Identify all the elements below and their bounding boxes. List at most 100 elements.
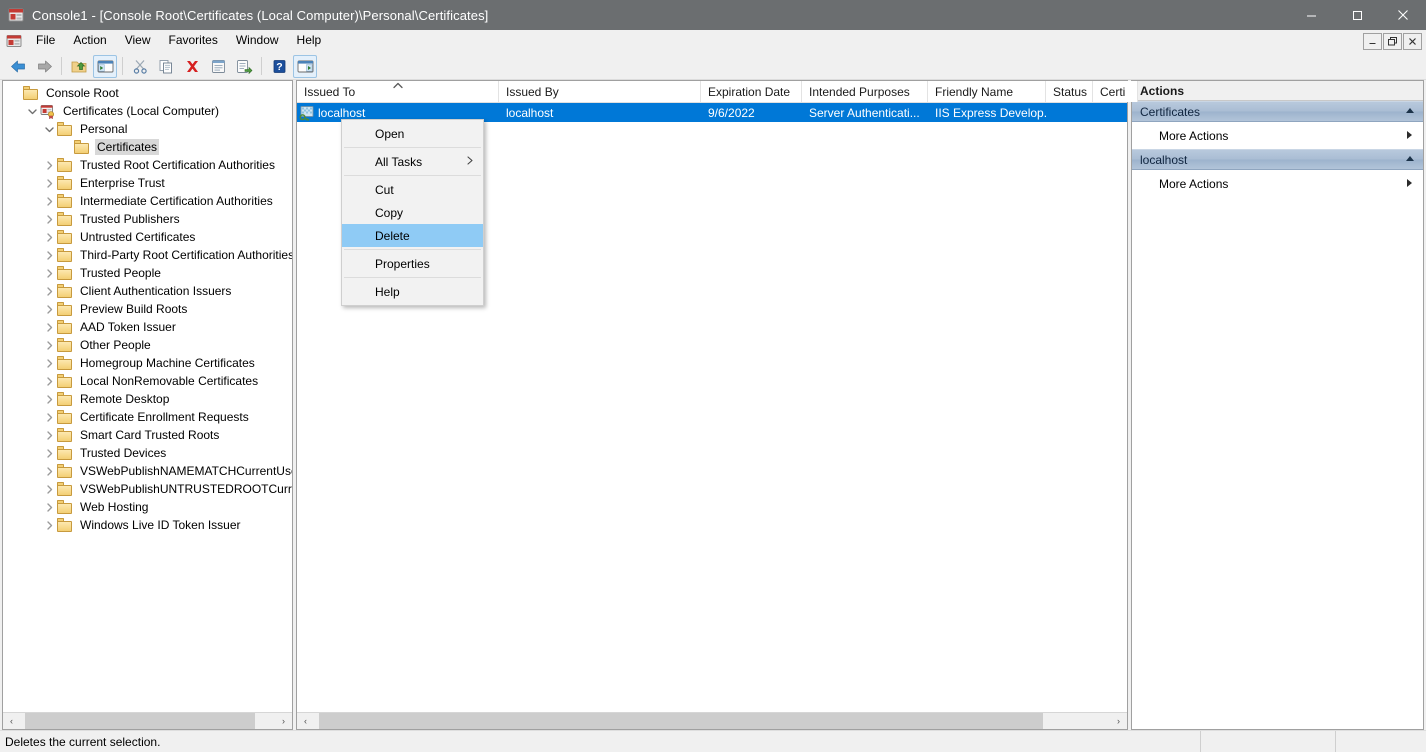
chevron-right-icon[interactable] <box>41 301 57 317</box>
tree-node[interactable]: Trusted Root Certification Authorities <box>3 156 292 174</box>
chevron-right-icon[interactable] <box>41 427 57 443</box>
back-button[interactable] <box>6 55 30 78</box>
chevron-right-icon[interactable] <box>41 157 57 173</box>
menu-file[interactable]: File <box>27 30 64 52</box>
tree-node[interactable]: Homegroup Machine Certificates <box>3 354 292 372</box>
tree-node[interactable]: Third-Party Root Certification Authoriti… <box>3 246 292 264</box>
mdi-close-button[interactable] <box>1403 32 1422 50</box>
context-menu-item-help[interactable]: Help <box>342 280 483 303</box>
tree-node[interactable]: Certificates (Local Computer) <box>3 102 292 120</box>
list-scroll-right-button[interactable]: › <box>1110 713 1127 729</box>
tree-node[interactable]: Certificates <box>3 138 292 156</box>
certificate-context-menu[interactable]: Open All Tasks Cut Copy Delete Properties Help <box>341 119 484 306</box>
tree-horizontal-scrollbar[interactable]: ‹ › <box>3 712 292 729</box>
tree-node[interactable]: Preview Build Roots <box>3 300 292 318</box>
list-scroll-track[interactable] <box>314 713 1110 729</box>
menu-help[interactable]: Help <box>288 30 331 52</box>
chevron-right-icon[interactable] <box>41 409 57 425</box>
forward-button[interactable] <box>32 55 56 78</box>
window-minimize-button[interactable] <box>1288 0 1334 30</box>
chevron-right-icon[interactable] <box>41 373 57 389</box>
chevron-down-icon[interactable] <box>24 103 40 119</box>
chevron-right-icon[interactable] <box>41 319 57 335</box>
chevron-right-icon[interactable] <box>41 193 57 209</box>
chevron-right-icon[interactable] <box>41 391 57 407</box>
column-header[interactable]: Status <box>1046 81 1093 102</box>
column-header[interactable]: Intended Purposes <box>802 81 928 102</box>
chevron-right-icon[interactable] <box>41 211 57 227</box>
menu-favorites[interactable]: Favorites <box>160 30 227 52</box>
list-scroll-thumb[interactable] <box>318 713 1044 729</box>
tree-node[interactable]: VSWebPublishNAMEMATCHCurrentUser <box>3 462 292 480</box>
tree-node[interactable]: Certificate Enrollment Requests <box>3 408 292 426</box>
actions-group-header[interactable]: Certificates <box>1132 101 1423 122</box>
tree-scroll-track[interactable] <box>20 713 275 729</box>
mdi-restore-button[interactable] <box>1383 32 1402 50</box>
show-hide-tree-button[interactable] <box>93 54 117 78</box>
menu-window[interactable]: Window <box>227 30 288 52</box>
help-button[interactable]: ? <box>267 55 291 78</box>
list-horizontal-scrollbar[interactable]: ‹ › <box>297 712 1127 729</box>
column-header[interactable]: Issued To <box>297 81 499 102</box>
column-header[interactable]: Expiration Date <box>701 81 802 102</box>
chevron-right-icon[interactable] <box>41 499 57 515</box>
actions-group-header[interactable]: localhost <box>1132 149 1423 170</box>
window-maximize-button[interactable] <box>1334 0 1380 30</box>
tree-node[interactable]: AAD Token Issuer <box>3 318 292 336</box>
up-one-level-button[interactable] <box>67 55 91 78</box>
cut-button[interactable] <box>128 55 152 78</box>
chevron-right-icon[interactable] <box>41 265 57 281</box>
tree-scroll-left-button[interactable]: ‹ <box>3 713 20 729</box>
chevron-right-icon[interactable] <box>41 445 57 461</box>
tree-node[interactable]: Web Hosting <box>3 498 292 516</box>
tree-node[interactable]: Intermediate Certification Authorities <box>3 192 292 210</box>
tree-node[interactable]: Trusted Devices <box>3 444 292 462</box>
column-header[interactable]: Issued By <box>499 81 701 102</box>
tree-node[interactable]: Trusted People <box>3 264 292 282</box>
chevron-right-icon[interactable] <box>41 517 57 533</box>
tree-node[interactable]: Personal <box>3 120 292 138</box>
list-scroll-left-button[interactable]: ‹ <box>297 713 314 729</box>
chevron-right-icon[interactable] <box>41 355 57 371</box>
chevron-right-icon[interactable] <box>41 463 57 479</box>
menu-view[interactable]: View <box>116 30 160 52</box>
context-menu-item-cut[interactable]: Cut <box>342 178 483 201</box>
action-item-more-actions[interactable]: More Actions <box>1132 170 1423 197</box>
tree-node[interactable]: Untrusted Certificates <box>3 228 292 246</box>
properties-button[interactable] <box>206 55 230 78</box>
column-header[interactable]: Friendly Name <box>928 81 1046 102</box>
tree-node[interactable]: Other People <box>3 336 292 354</box>
copy-button[interactable] <box>154 55 178 78</box>
export-list-button[interactable] <box>232 55 256 78</box>
menu-action[interactable]: Action <box>64 30 115 52</box>
tree-node[interactable]: Enterprise Trust <box>3 174 292 192</box>
collapse-group-icon[interactable] <box>1405 107 1415 116</box>
tree-node[interactable]: Smart Card Trusted Roots <box>3 426 292 444</box>
context-menu-item-copy[interactable]: Copy <box>342 201 483 224</box>
window-close-button[interactable] <box>1380 0 1426 30</box>
column-header[interactable]: Certi <box>1093 81 1138 102</box>
chevron-right-icon[interactable] <box>41 481 57 497</box>
action-item-more-actions[interactable]: More Actions <box>1132 122 1423 149</box>
tree-node[interactable]: Windows Live ID Token Issuer <box>3 516 292 534</box>
chevron-right-icon[interactable] <box>41 283 57 299</box>
tree-node[interactable]: Console Root <box>3 84 292 102</box>
show-hide-action-pane-button[interactable] <box>293 54 317 78</box>
delete-button[interactable] <box>180 55 204 78</box>
tree-scroll-thumb[interactable] <box>25 713 255 729</box>
context-menu-item-properties[interactable]: Properties <box>342 252 483 275</box>
chevron-right-icon[interactable] <box>41 247 57 263</box>
chevron-right-icon[interactable] <box>41 337 57 353</box>
mdi-minimize-button[interactable] <box>1363 32 1382 50</box>
chevron-right-icon[interactable] <box>41 229 57 245</box>
tree-node[interactable]: Remote Desktop <box>3 390 292 408</box>
tree-node[interactable]: VSWebPublishUNTRUSTEDROOTCurrentUser <box>3 480 292 498</box>
tree-node[interactable]: Local NonRemovable Certificates <box>3 372 292 390</box>
context-menu-item-open[interactable]: Open <box>342 122 483 145</box>
context-menu-item-delete[interactable]: Delete <box>342 224 483 247</box>
chevron-down-icon[interactable] <box>41 121 57 137</box>
context-menu-item-all-tasks[interactable]: All Tasks <box>342 150 483 173</box>
collapse-group-icon[interactable] <box>1405 155 1415 164</box>
console-tree[interactable]: Console Root Certificates (Local Computer… <box>3 81 292 712</box>
tree-node[interactable]: Client Authentication Issuers <box>3 282 292 300</box>
